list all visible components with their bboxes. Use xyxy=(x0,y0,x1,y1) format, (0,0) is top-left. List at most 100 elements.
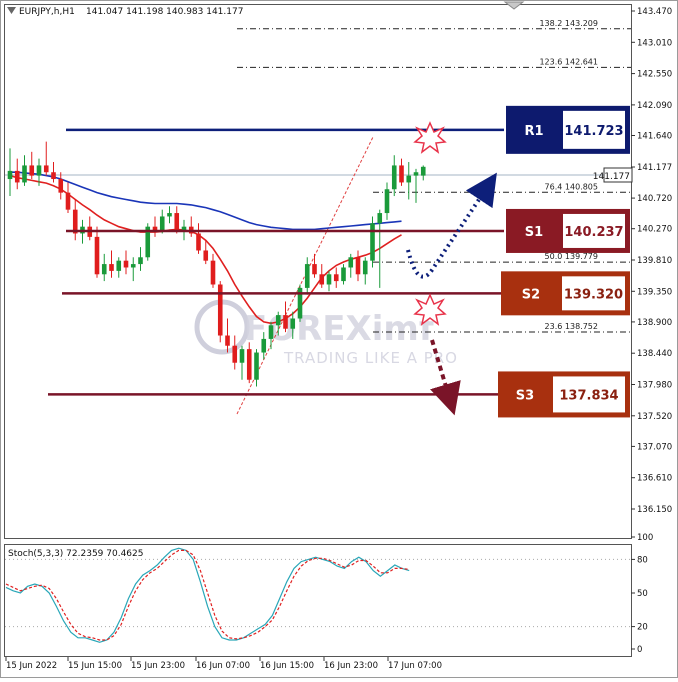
price-tick-label: 137.070 xyxy=(637,442,672,452)
candle-body xyxy=(283,315,288,329)
price-tick-label: 143.010 xyxy=(637,38,672,48)
level-label-value: 140.237 xyxy=(564,225,623,240)
candle-body xyxy=(362,260,368,275)
level-label-name: S3 xyxy=(516,388,534,403)
candle-body xyxy=(94,236,100,275)
fibonacci-label: 50.0 139.779 xyxy=(545,252,598,261)
fibonacci-price: 143.209 xyxy=(565,19,598,28)
stoch-tick-label: 50 xyxy=(637,589,648,599)
candle-body xyxy=(51,172,56,180)
stoch-tick-label: 80 xyxy=(637,555,648,565)
candle-body xyxy=(341,267,346,282)
fibonacci-price: 142.641 xyxy=(565,57,598,66)
candle-body xyxy=(123,260,129,268)
candle-body xyxy=(377,213,383,224)
price-tick-label: 136.610 xyxy=(637,474,672,484)
stoch-header: Stoch(5,3,3) 72.2359 70.4625 xyxy=(8,549,143,559)
candle-body xyxy=(138,257,143,265)
candle-body xyxy=(210,260,216,285)
candle-body xyxy=(239,349,245,363)
fibonacci-label: 23.6 138.752 xyxy=(545,322,598,331)
candle-body xyxy=(225,335,230,346)
candle-body xyxy=(7,170,13,180)
candle-body xyxy=(304,264,310,288)
candle-body xyxy=(268,325,274,339)
symbol-label: EURJPY,h,H1 xyxy=(19,7,75,17)
candle-body xyxy=(196,233,201,251)
time-tick-label: 16 Jun 23:00 xyxy=(324,661,378,671)
candle-body xyxy=(29,165,35,176)
chart-canvas: FOREXimf TRADING LIKE A PRO 143.470143.0… xyxy=(0,0,678,678)
candle-body xyxy=(159,216,165,231)
level-label-value: 141.723 xyxy=(564,124,623,139)
fibonacci-ratio: 50.0 xyxy=(545,252,563,261)
chart-window: FOREXimf TRADING LIKE A PRO 143.470 143.0… xyxy=(0,0,678,678)
fibonacci-label: 138.2 143.209 xyxy=(539,19,598,28)
fibonacci-ratio: 23.6 xyxy=(545,322,563,331)
price-tick-label: 138.440 xyxy=(637,349,672,359)
candle-body xyxy=(420,166,426,176)
fibonacci-label: 76.4 140.805 xyxy=(545,182,598,191)
fibonacci-ratio: 76.4 xyxy=(545,182,563,191)
price-tick-label: 137.520 xyxy=(637,412,672,422)
candle-body xyxy=(109,264,114,271)
candle-body xyxy=(58,179,64,193)
price-tick-label: 141.177 xyxy=(637,163,672,173)
level-label-name: S1 xyxy=(525,225,543,240)
candle-body xyxy=(43,165,49,173)
candle-body xyxy=(312,264,317,275)
candle-body xyxy=(203,250,209,261)
price-tick-label: 136.150 xyxy=(637,505,672,515)
candle-body xyxy=(152,226,158,231)
candle-body xyxy=(333,274,339,282)
price-tick-label: 141.640 xyxy=(637,132,672,142)
candle-body xyxy=(413,172,419,176)
level-label-value: 137.834 xyxy=(559,388,618,403)
candle-body xyxy=(174,213,180,231)
candle-body xyxy=(130,264,136,268)
stoch-tick-label: 0 xyxy=(637,645,642,655)
candle-body xyxy=(355,257,361,275)
fibonacci-price: 138.752 xyxy=(565,322,598,331)
candle-body xyxy=(406,175,412,183)
candle-body xyxy=(101,264,107,275)
candle-body xyxy=(246,349,252,380)
candle-body xyxy=(275,315,281,326)
watermark-tagline: TRADING LIKE A PRO xyxy=(283,349,458,367)
ohlc-values: 141.047 141.198 140.983 141.177 xyxy=(86,7,243,17)
stoch-tick-label: 100 xyxy=(637,533,653,543)
candle-body xyxy=(254,352,259,380)
current-price-text: 141.177 xyxy=(593,172,630,182)
time-tick-label: 16 Jun 15:00 xyxy=(260,661,314,671)
time-tick-label: 15 Jun 2022 xyxy=(6,661,57,671)
candle-body xyxy=(290,318,296,329)
time-tick-label: 15 Jun 15:00 xyxy=(68,661,122,671)
price-tick-label: 138.900 xyxy=(637,318,672,328)
price-tick-label: 142.090 xyxy=(637,101,672,111)
candle-body xyxy=(319,274,325,285)
fibonacci-price: 139.779 xyxy=(565,252,598,261)
fibonacci-ratio: 138.2 xyxy=(539,19,562,28)
fibonacci-label: 123.6 142.641 xyxy=(539,57,598,66)
candle-body xyxy=(116,260,122,271)
candle-body xyxy=(181,226,187,231)
time-tick-label: 16 Jun 07:00 xyxy=(196,661,250,671)
candle-body xyxy=(391,165,397,190)
candle-body xyxy=(65,192,71,210)
candle-body xyxy=(167,213,172,217)
candle-body xyxy=(370,223,375,261)
candle-body xyxy=(384,189,390,214)
price-tick-label: 143.470 xyxy=(637,7,672,17)
stoch-tick-label: 20 xyxy=(637,623,648,633)
candle-body xyxy=(399,165,404,183)
price-tick-label: 142.550 xyxy=(637,70,672,80)
candle-body xyxy=(232,345,238,363)
fibonacci-price: 140.805 xyxy=(565,182,598,191)
candle-body xyxy=(14,170,20,183)
price-tick-label: 140.270 xyxy=(637,225,672,235)
candle-body xyxy=(326,274,332,285)
price-tick-label: 137.980 xyxy=(637,381,672,391)
candle-body xyxy=(22,165,27,183)
candle-body xyxy=(36,165,42,176)
candle-body xyxy=(348,257,354,268)
